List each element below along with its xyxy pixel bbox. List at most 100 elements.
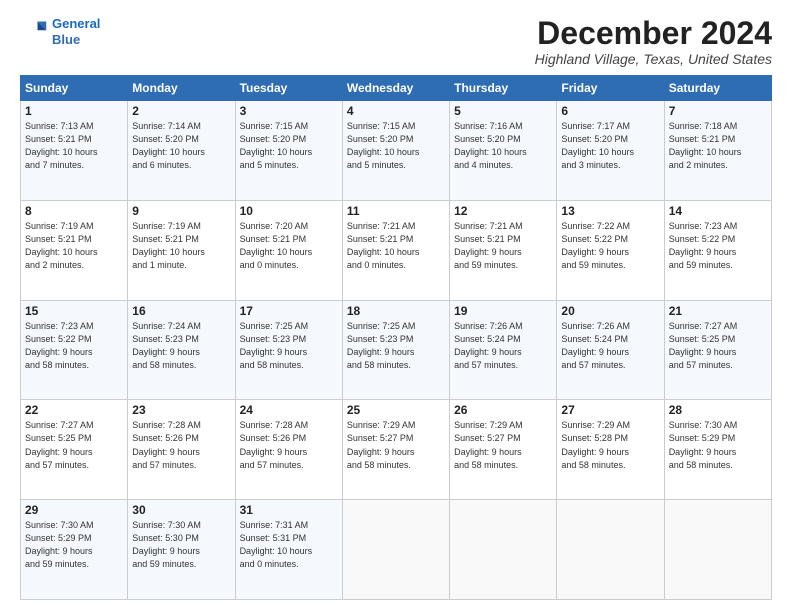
- day-info: Sunrise: 7:26 AM Sunset: 5:24 PM Dayligh…: [454, 320, 552, 372]
- day-number: 21: [669, 304, 767, 318]
- day-info: Sunrise: 7:17 AM Sunset: 5:20 PM Dayligh…: [561, 120, 659, 172]
- calendar-cell: 5 Sunrise: 7:16 AM Sunset: 5:20 PM Daylig…: [450, 101, 557, 201]
- day-number: 28: [669, 403, 767, 417]
- calendar-header: Sunday Monday Tuesday Wednesday Thursday…: [21, 76, 772, 101]
- day-info: Sunrise: 7:15 AM Sunset: 5:20 PM Dayligh…: [347, 120, 445, 172]
- day-number: 4: [347, 104, 445, 118]
- calendar-cell: 19 Sunrise: 7:26 AM Sunset: 5:24 PM Dayli…: [450, 300, 557, 400]
- calendar-cell: 15 Sunrise: 7:23 AM Sunset: 5:22 PM Dayli…: [21, 300, 128, 400]
- calendar-cell: 11 Sunrise: 7:21 AM Sunset: 5:21 PM Dayli…: [342, 200, 449, 300]
- day-number: 24: [240, 403, 338, 417]
- day-number: 23: [132, 403, 230, 417]
- calendar-cell: 6 Sunrise: 7:17 AM Sunset: 5:20 PM Daylig…: [557, 101, 664, 201]
- header-row: Sunday Monday Tuesday Wednesday Thursday…: [21, 76, 772, 101]
- day-number: 29: [25, 503, 123, 517]
- calendar-cell: 18Sunrise: 7:25 AM Sunset: 5:23 PM Dayli…: [342, 300, 449, 400]
- calendar-cell: 28 Sunrise: 7:30 AM Sunset: 5:29 PM Dayli…: [664, 400, 771, 500]
- day-info: Sunrise: 7:23 AM Sunset: 5:22 PM Dayligh…: [669, 220, 767, 272]
- calendar-cell: 24 Sunrise: 7:28 AM Sunset: 5:26 PM Dayli…: [235, 400, 342, 500]
- logo: General Blue: [20, 16, 100, 47]
- day-info: Sunrise: 7:25 AM Sunset: 5:23 PM Dayligh…: [240, 320, 338, 372]
- calendar-cell: [450, 500, 557, 600]
- calendar-cell: 7Sunrise: 7:18 AM Sunset: 5:21 PM Daylig…: [664, 101, 771, 201]
- day-number: 10: [240, 204, 338, 218]
- day-number: 30: [132, 503, 230, 517]
- day-info: Sunrise: 7:30 AM Sunset: 5:30 PM Dayligh…: [132, 519, 230, 571]
- day-info: Sunrise: 7:23 AM Sunset: 5:22 PM Dayligh…: [25, 320, 123, 372]
- col-wednesday: Wednesday: [342, 76, 449, 101]
- day-info: Sunrise: 7:29 AM Sunset: 5:27 PM Dayligh…: [454, 419, 552, 471]
- day-number: 9: [132, 204, 230, 218]
- col-monday: Monday: [128, 76, 235, 101]
- day-info: Sunrise: 7:20 AM Sunset: 5:21 PM Dayligh…: [240, 220, 338, 272]
- day-info: Sunrise: 7:27 AM Sunset: 5:25 PM Dayligh…: [669, 320, 767, 372]
- logo-text: General Blue: [52, 16, 100, 47]
- day-info: Sunrise: 7:30 AM Sunset: 5:29 PM Dayligh…: [669, 419, 767, 471]
- day-number: 6: [561, 104, 659, 118]
- day-number: 26: [454, 403, 552, 417]
- day-info: Sunrise: 7:31 AM Sunset: 5:31 PM Dayligh…: [240, 519, 338, 571]
- calendar-week-1: 1 Sunrise: 7:13 AM Sunset: 5:21 PM Daylig…: [21, 101, 772, 201]
- day-number: 3: [240, 104, 338, 118]
- calendar-cell: 9 Sunrise: 7:19 AM Sunset: 5:21 PM Daylig…: [128, 200, 235, 300]
- day-number: 2: [132, 104, 230, 118]
- calendar-cell: 8 Sunrise: 7:19 AM Sunset: 5:21 PM Daylig…: [21, 200, 128, 300]
- calendar-cell: 1 Sunrise: 7:13 AM Sunset: 5:21 PM Daylig…: [21, 101, 128, 201]
- calendar-cell: [342, 500, 449, 600]
- day-info: Sunrise: 7:24 AM Sunset: 5:23 PM Dayligh…: [132, 320, 230, 372]
- day-number: 15: [25, 304, 123, 318]
- calendar-cell: 4 Sunrise: 7:15 AM Sunset: 5:20 PM Daylig…: [342, 101, 449, 201]
- calendar-cell: 23Sunrise: 7:28 AM Sunset: 5:26 PM Dayli…: [128, 400, 235, 500]
- col-tuesday: Tuesday: [235, 76, 342, 101]
- col-friday: Friday: [557, 76, 664, 101]
- day-info: Sunrise: 7:30 AM Sunset: 5:29 PM Dayligh…: [25, 519, 123, 571]
- day-info: Sunrise: 7:28 AM Sunset: 5:26 PM Dayligh…: [240, 419, 338, 471]
- calendar-cell: 22 Sunrise: 7:27 AM Sunset: 5:25 PM Dayli…: [21, 400, 128, 500]
- calendar-cell: 25Sunrise: 7:29 AM Sunset: 5:27 PM Dayli…: [342, 400, 449, 500]
- location: Highland Village, Texas, United States: [535, 51, 772, 67]
- day-number: 12: [454, 204, 552, 218]
- day-number: 19: [454, 304, 552, 318]
- calendar-body: 1 Sunrise: 7:13 AM Sunset: 5:21 PM Daylig…: [21, 101, 772, 600]
- day-info: Sunrise: 7:16 AM Sunset: 5:20 PM Dayligh…: [454, 120, 552, 172]
- calendar-cell: 20Sunrise: 7:26 AM Sunset: 5:24 PM Dayli…: [557, 300, 664, 400]
- day-info: Sunrise: 7:29 AM Sunset: 5:28 PM Dayligh…: [561, 419, 659, 471]
- day-number: 14: [669, 204, 767, 218]
- day-number: 5: [454, 104, 552, 118]
- calendar-cell: 10 Sunrise: 7:20 AM Sunset: 5:21 PM Dayli…: [235, 200, 342, 300]
- day-number: 13: [561, 204, 659, 218]
- col-thursday: Thursday: [450, 76, 557, 101]
- calendar-cell: 16 Sunrise: 7:24 AM Sunset: 5:23 PM Dayli…: [128, 300, 235, 400]
- day-info: Sunrise: 7:21 AM Sunset: 5:21 PM Dayligh…: [454, 220, 552, 272]
- calendar-cell: [664, 500, 771, 600]
- calendar-week-4: 22 Sunrise: 7:27 AM Sunset: 5:25 PM Dayli…: [21, 400, 772, 500]
- day-info: Sunrise: 7:19 AM Sunset: 5:21 PM Dayligh…: [132, 220, 230, 272]
- day-info: Sunrise: 7:27 AM Sunset: 5:25 PM Dayligh…: [25, 419, 123, 471]
- calendar-cell: 26 Sunrise: 7:29 AM Sunset: 5:27 PM Dayli…: [450, 400, 557, 500]
- month-title: December 2024: [535, 16, 772, 51]
- calendar-week-3: 15 Sunrise: 7:23 AM Sunset: 5:22 PM Dayli…: [21, 300, 772, 400]
- calendar-cell: 27Sunrise: 7:29 AM Sunset: 5:28 PM Dayli…: [557, 400, 664, 500]
- day-number: 1: [25, 104, 123, 118]
- day-number: 8: [25, 204, 123, 218]
- day-info: Sunrise: 7:19 AM Sunset: 5:21 PM Dayligh…: [25, 220, 123, 272]
- day-number: 31: [240, 503, 338, 517]
- title-block: December 2024 Highland Village, Texas, U…: [535, 16, 772, 67]
- calendar-week-2: 8 Sunrise: 7:19 AM Sunset: 5:21 PM Daylig…: [21, 200, 772, 300]
- day-info: Sunrise: 7:15 AM Sunset: 5:20 PM Dayligh…: [240, 120, 338, 172]
- col-sunday: Sunday: [21, 76, 128, 101]
- calendar-cell: 29 Sunrise: 7:30 AM Sunset: 5:29 PM Dayli…: [21, 500, 128, 600]
- day-number: 22: [25, 403, 123, 417]
- calendar-page: General Blue December 2024 Highland Vill…: [0, 0, 792, 612]
- day-info: Sunrise: 7:22 AM Sunset: 5:22 PM Dayligh…: [561, 220, 659, 272]
- day-info: Sunrise: 7:29 AM Sunset: 5:27 PM Dayligh…: [347, 419, 445, 471]
- calendar-cell: 17Sunrise: 7:25 AM Sunset: 5:23 PM Dayli…: [235, 300, 342, 400]
- calendar-cell: 30 Sunrise: 7:30 AM Sunset: 5:30 PM Dayli…: [128, 500, 235, 600]
- day-number: 11: [347, 204, 445, 218]
- calendar-cell: 14 Sunrise: 7:23 AM Sunset: 5:22 PM Dayli…: [664, 200, 771, 300]
- day-info: Sunrise: 7:13 AM Sunset: 5:21 PM Dayligh…: [25, 120, 123, 172]
- header: General Blue December 2024 Highland Vill…: [20, 16, 772, 67]
- day-number: 16: [132, 304, 230, 318]
- day-info: Sunrise: 7:21 AM Sunset: 5:21 PM Dayligh…: [347, 220, 445, 272]
- day-number: 18: [347, 304, 445, 318]
